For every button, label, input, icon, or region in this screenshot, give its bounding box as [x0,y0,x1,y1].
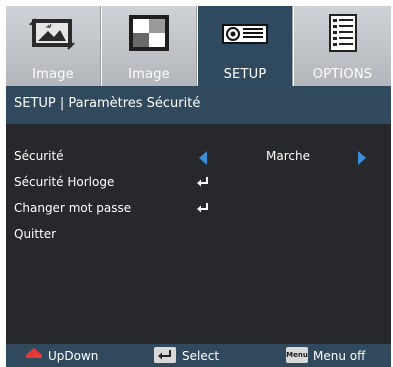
landscape-picture-icon [29,18,75,50]
down-bar-icon [26,355,42,358]
row-quitter[interactable]: Quitter [6,222,391,248]
menu-off-hint: Menu off [313,349,366,363]
menu-key-icon: Menu [286,347,308,363]
row-label: Changer mot passe [14,201,132,215]
row-securite[interactable]: Sécurité Marche [6,144,391,170]
enter-icon [197,203,208,213]
settings-panel: Sécurité Marche Sécurité Horloge Changer… [6,124,391,344]
tab-bar: Image Image SETUP OPTIONS [6,6,391,86]
up-arrow-icon [26,348,42,355]
row-label: Quitter [14,227,57,241]
options-list-icon [328,14,357,52]
arrow-left-icon[interactable] [199,151,207,165]
page-header: SETUP | Paramètres Sécurité [6,86,391,124]
enter-key-icon [154,347,176,363]
tab-label: Image [32,67,74,82]
tab-image-2[interactable]: Image [102,6,197,86]
tab-label: OPTIONS [312,67,373,82]
projector-osd-menu: Image Image SETUP OPTIONS SETUP | Paramè… [0,0,393,367]
footer-hints: UpDown Select Menu Menu off [6,344,391,367]
tab-image-1[interactable]: Image [6,6,101,86]
row-changer-mot-passe[interactable]: Changer mot passe [6,196,391,222]
row-securite-horloge[interactable]: Sécurité Horloge [6,170,391,196]
tab-label: SETUP [223,67,267,82]
arrow-right-icon[interactable] [358,151,366,165]
row-label: Sécurité [14,149,64,163]
tab-label: Image [128,67,170,82]
contrast-squares-icon [129,15,169,51]
projector-icon [222,24,268,44]
enter-icon [197,177,208,187]
row-label: Sécurité Horloge [14,175,115,189]
tab-options[interactable]: OPTIONS [294,6,391,86]
page-title: SETUP | Paramètres Sécurité [14,96,201,111]
tab-setup[interactable]: SETUP [198,6,293,86]
row-value: Marche [266,149,310,163]
updown-hint: UpDown [48,349,99,363]
select-hint: Select [182,349,220,363]
